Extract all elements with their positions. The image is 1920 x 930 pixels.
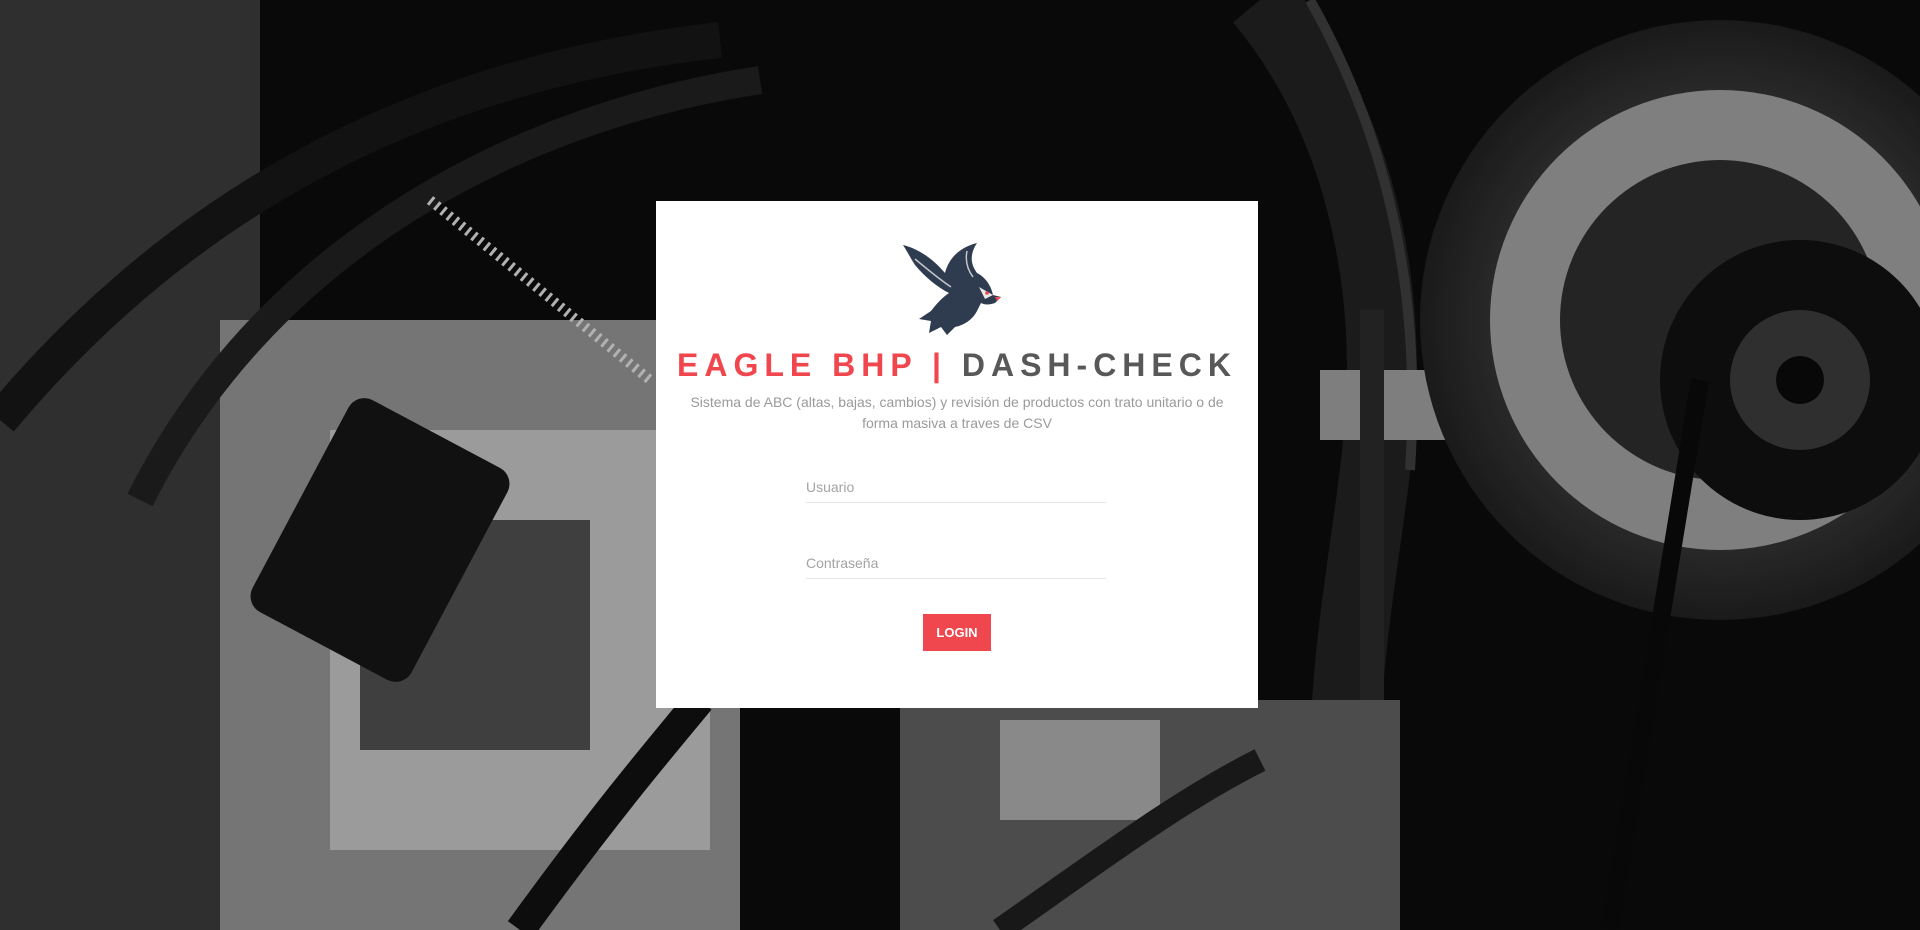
eagle-logo-icon [903,243,1001,335]
app-description: Sistema de ABC (altas, bajas, cambios) y… [690,394,1224,431]
title-separator: | [932,347,947,383]
password-input[interactable] [806,547,1106,579]
product-name: DASH-CHECK [961,347,1237,383]
username-input[interactable] [806,471,1106,503]
app-title: EAGLE BHP | DASH-CHECK [656,347,1258,384]
login-button[interactable]: LOGIN [923,614,991,651]
login-card: EAGLE BHP | DASH-CHECK Sistema de ABC (a… [656,201,1258,708]
brand-name: EAGLE BHP [677,347,918,383]
